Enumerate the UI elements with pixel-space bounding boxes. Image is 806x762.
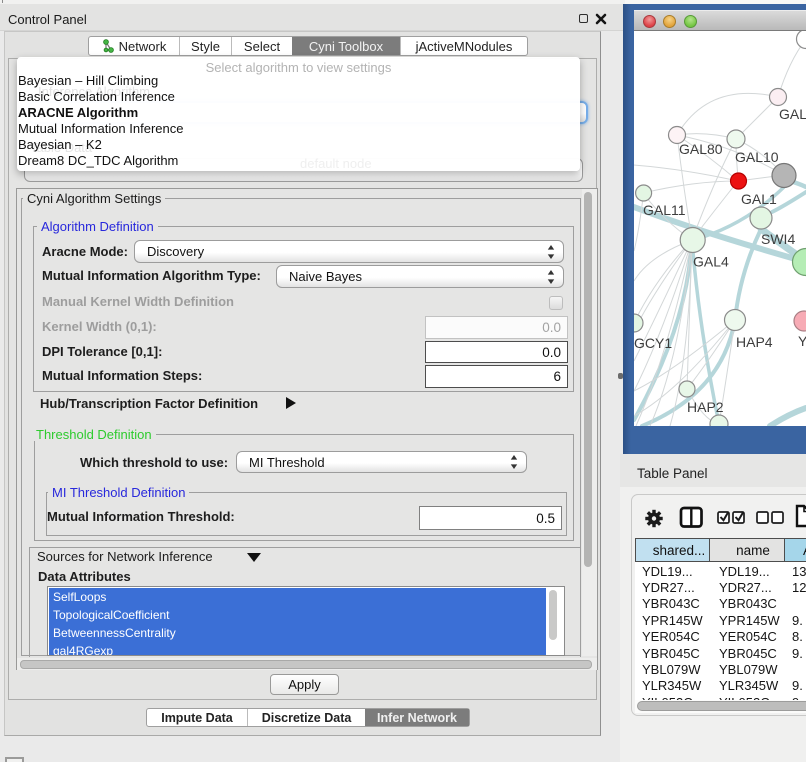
svg-text:GAL10: GAL10 [735, 149, 779, 165]
svg-text:HAP2: HAP2 [687, 399, 724, 415]
svg-text:GAL11: GAL11 [643, 202, 686, 218]
svg-text:Y: Y [798, 333, 806, 349]
svg-text:HAP4: HAP4 [736, 334, 773, 350]
svg-text:GAL1: GAL1 [741, 191, 777, 207]
svg-text:SWI4: SWI4 [761, 231, 795, 247]
svg-text:GCY1: GCY1 [634, 335, 672, 351]
svg-text:GAL7: GAL7 [779, 106, 806, 122]
svg-text:GAL4: GAL4 [693, 254, 729, 270]
svg-text:GAL80: GAL80 [679, 141, 723, 157]
